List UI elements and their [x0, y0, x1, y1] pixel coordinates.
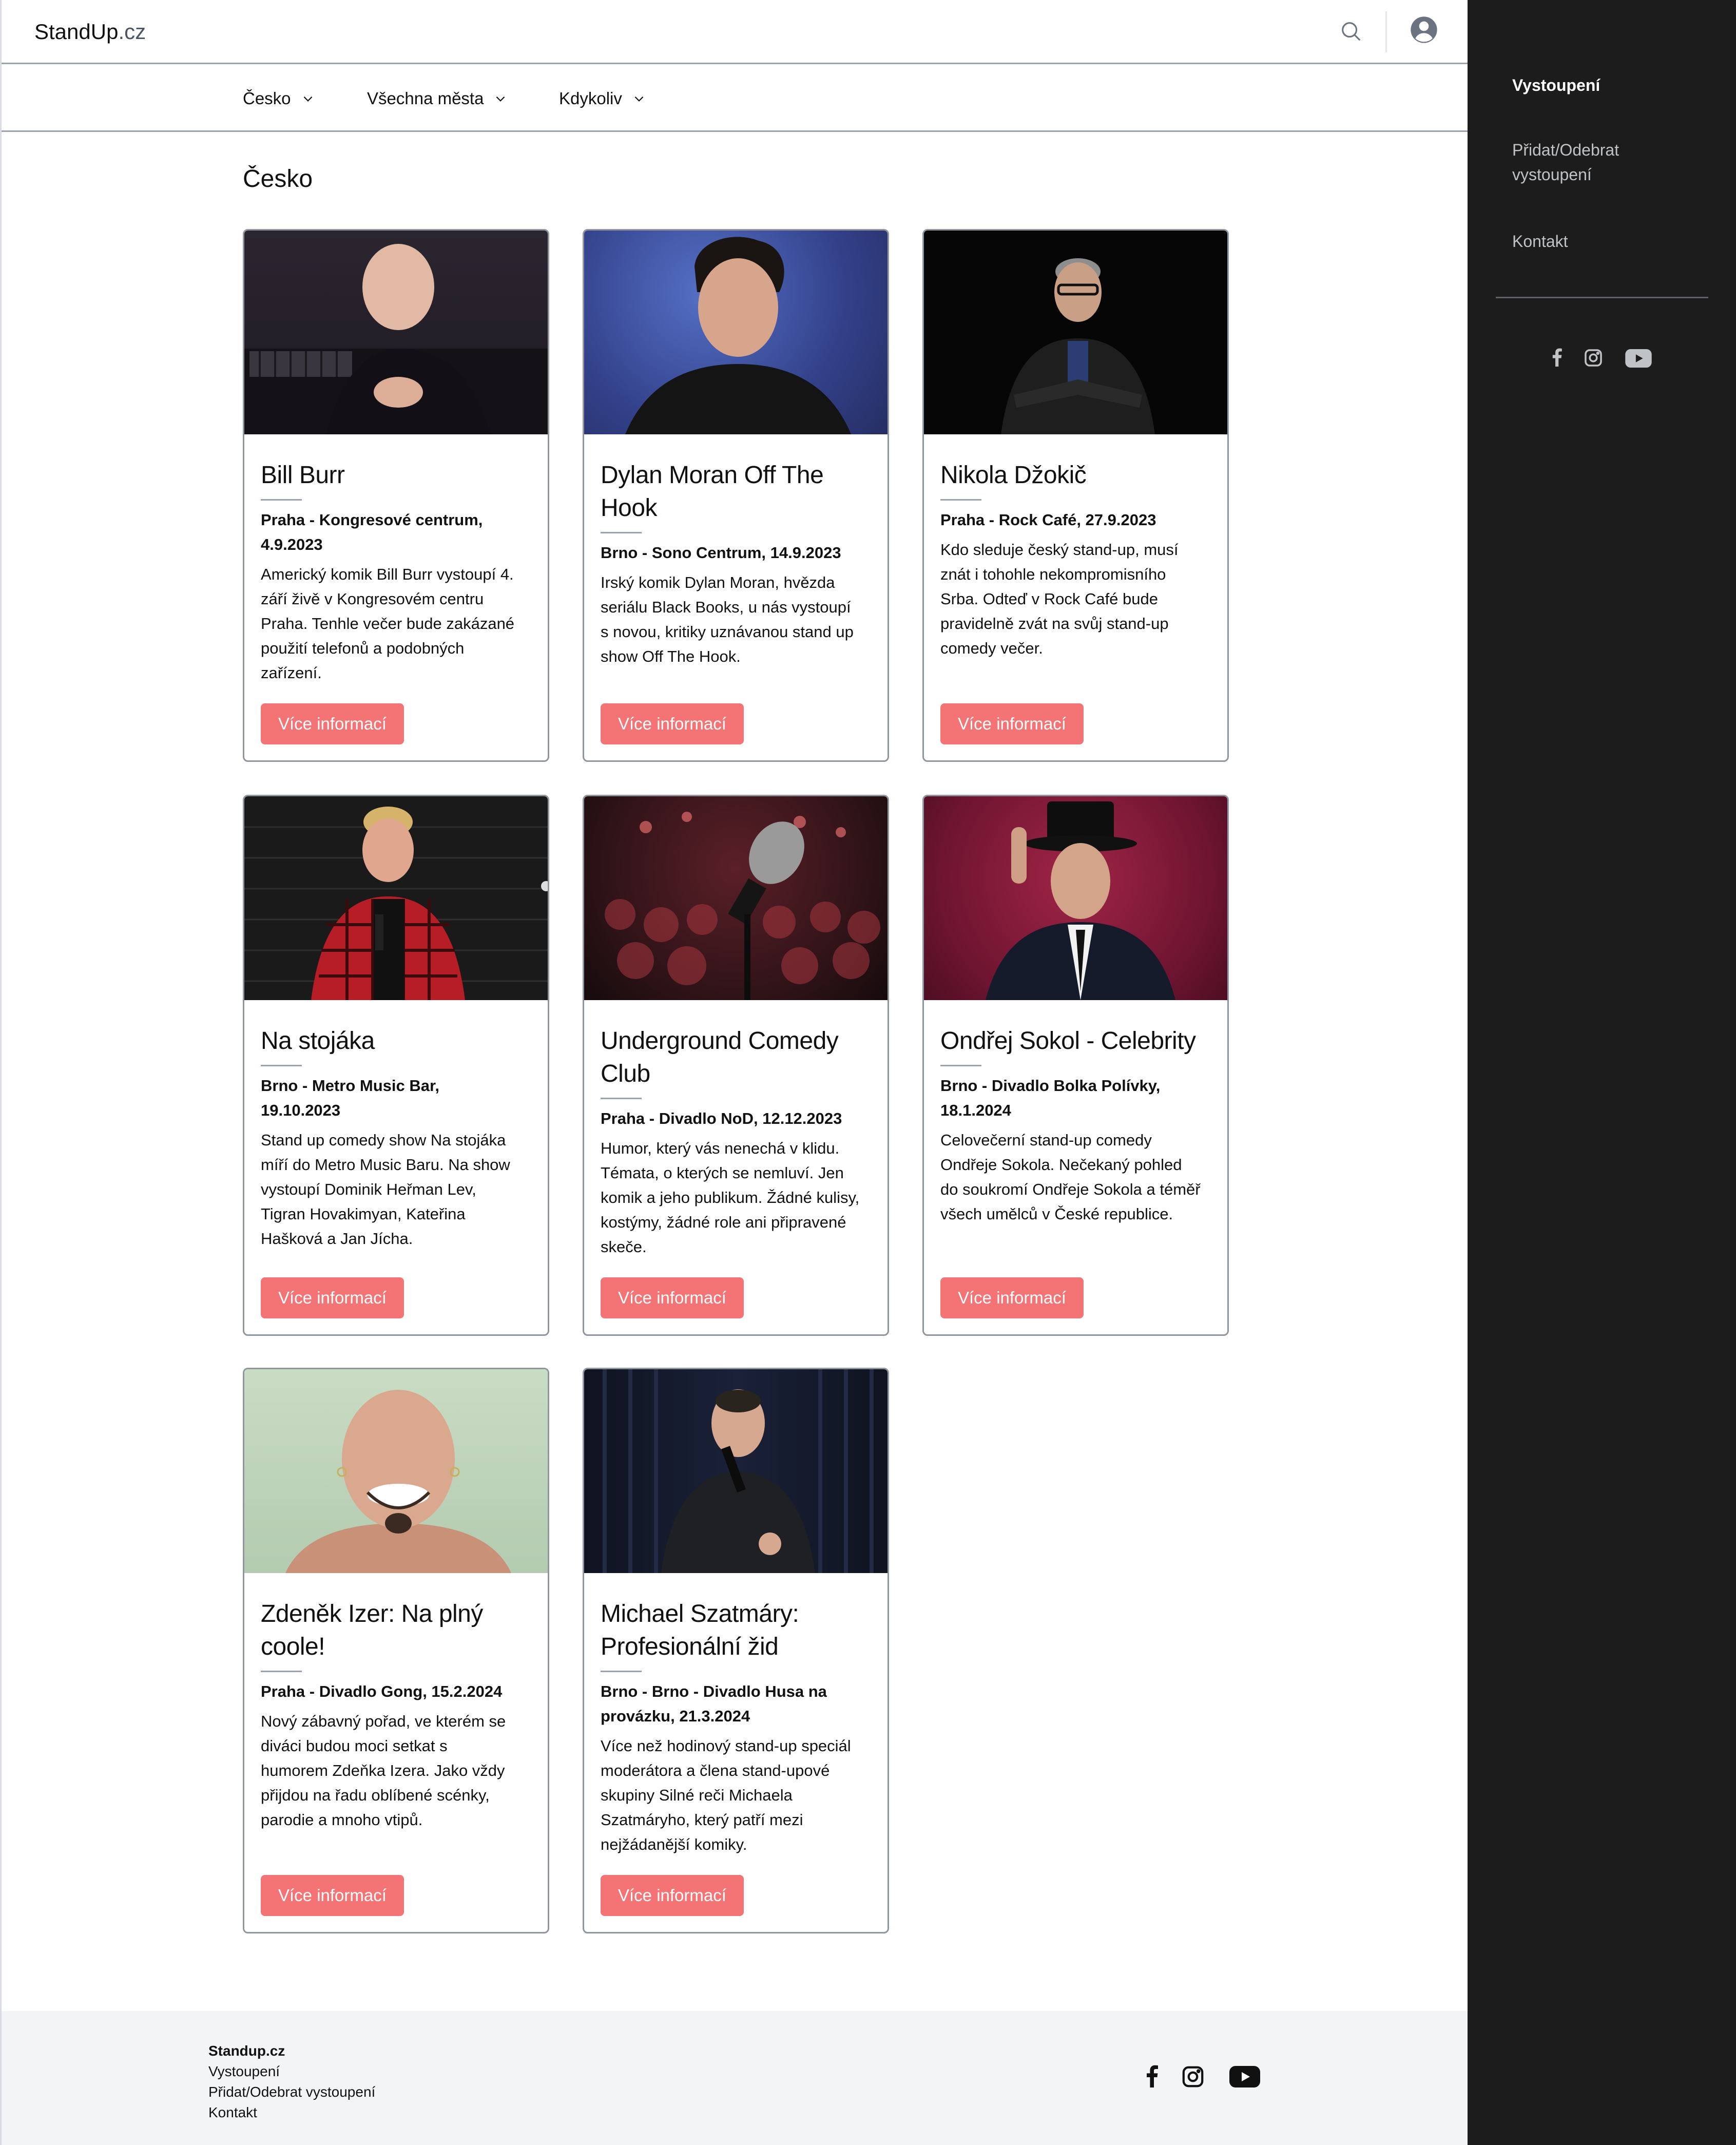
event-description: Americký komik Bill Burr vystoupí 4. září…	[261, 565, 515, 682]
event-venue-date: Brno - Brno - Divadlo Husa na provázku, 2…	[601, 1682, 827, 1725]
sidebar-divider	[1496, 297, 1708, 298]
header-divider	[1385, 11, 1387, 52]
title-underline	[261, 1671, 302, 1672]
instagram-icon[interactable]	[1181, 2065, 1205, 2089]
event-description: Irský komik Dylan Moran, hvězda seriálu B…	[601, 573, 854, 665]
event-title: Ondřej Sokol - Celebrity	[940, 1027, 1196, 1055]
sidebar: Vystoupení Přidat/Odebrat vystoupení Kont…	[1468, 0, 1736, 2145]
instagram-icon[interactable]	[1584, 348, 1603, 368]
more-info-button[interactable]: Více informací	[940, 1277, 1084, 1318]
filter-country-label: Česko	[243, 89, 291, 108]
more-info-button[interactable]: Více informací	[601, 1875, 744, 1916]
top-header: StandUp.cz	[2, 0, 1469, 64]
event-description: Humor, který vás nenechá v klidu. Témata,…	[601, 1139, 860, 1256]
page-title: Česko	[243, 165, 313, 193]
event-title: Dylan Moran Off The Hook	[601, 462, 824, 522]
filter-date-dropdown[interactable]: Kdykoliv	[559, 85, 646, 112]
footer-link-kontakt[interactable]: Kontakt	[208, 2102, 257, 2123]
youtube-icon[interactable]	[1625, 349, 1652, 368]
event-photo-bill-burr	[244, 231, 548, 434]
event-photo-michael-szatmary	[584, 1369, 888, 1573]
title-underline	[601, 1098, 642, 1099]
event-description: Nový zábavný pořad, ve kterém se diváci b…	[261, 1712, 506, 1829]
site-logo[interactable]: StandUp.cz	[34, 18, 146, 45]
youtube-icon[interactable]	[1229, 2066, 1260, 2087]
filter-country-dropdown[interactable]: Česko	[243, 85, 315, 112]
title-underline	[940, 1065, 981, 1066]
title-underline	[601, 532, 642, 533]
filter-bar: Česko Všechna města Kdykoliv	[2, 66, 1469, 132]
event-photo-microphone	[584, 796, 888, 1000]
filter-city-label: Všechna města	[367, 89, 484, 108]
event-description: Kdo sleduje český stand-up, musí znát i t…	[940, 541, 1179, 657]
logo-tld: .cz	[118, 20, 146, 44]
event-venue-date: Praha - Divadlo NoD, 12.12.2023	[601, 1109, 842, 1127]
user-avatar-icon[interactable]	[1410, 15, 1438, 44]
event-description: Více než hodinový stand-up speciál moderá…	[601, 1737, 851, 1853]
event-title: Na stojáka	[261, 1027, 375, 1055]
event-venue-date: Praha - Kongresové centrum, 4.9.2023	[261, 511, 483, 553]
more-info-button[interactable]: Více informací	[940, 703, 1084, 744]
main-area: StandUp.cz Česko Všechna města Kdykoliv …	[0, 0, 1469, 2145]
more-info-button[interactable]: Více informací	[261, 1277, 404, 1318]
title-underline	[261, 499, 302, 501]
more-info-button[interactable]: Více informací	[261, 1875, 404, 1916]
event-photo-na-stojaka	[244, 796, 548, 1000]
event-title: Underground Comedy Club	[601, 1027, 839, 1087]
event-venue-date: Brno - Divadlo Bolka Polívky, 18.1.2024	[940, 1077, 1161, 1119]
footer-link-pridat-odebrat[interactable]: Přidat/Odebrat vystoupení	[208, 2082, 375, 2102]
event-venue-date: Brno - Metro Music Bar, 19.10.2023	[261, 1077, 439, 1119]
chevron-down-icon	[496, 96, 505, 102]
sidebar-item-vystoupeni[interactable]: Vystoupení	[1512, 73, 1600, 98]
filter-city-dropdown[interactable]: Všechna města	[367, 85, 507, 112]
chevron-down-icon	[634, 96, 644, 102]
event-venue-date: Praha - Rock Café, 27.9.2023	[940, 511, 1156, 529]
event-photo-nikola-dzokic	[924, 231, 1227, 434]
event-photo-ondrej-sokol	[924, 796, 1227, 1000]
event-card: Dylan Moran Off The Hook Brno - Sono Cent…	[583, 229, 889, 762]
event-card: Michael Szatmáry: Profesionální žid Brno …	[583, 1368, 889, 1933]
event-title: Nikola Džokič	[940, 462, 1087, 489]
event-photo-zdenek-izer	[244, 1369, 548, 1573]
event-title: Zdeněk Izer: Na plný coole!	[261, 1600, 483, 1660]
event-venue-date: Brno - Sono Centrum, 14.9.2023	[601, 544, 841, 562]
chevron-down-icon	[303, 96, 312, 102]
title-underline	[601, 1671, 642, 1672]
event-card: Ondřej Sokol - Celebrity Brno - Divadlo …	[922, 795, 1229, 1336]
event-title: Bill Burr	[261, 462, 345, 489]
footer-brand[interactable]: Standup.cz	[208, 2041, 285, 2061]
event-card: Bill Burr Praha - Kongresové centrum, 4.9…	[243, 229, 549, 762]
footer-link-vystoupeni[interactable]: Vystoupení	[208, 2061, 280, 2082]
sidebar-item-pridat-odebrat[interactable]: Přidat/Odebrat vystoupení	[1512, 138, 1619, 187]
facebook-icon[interactable]	[1144, 2065, 1160, 2087]
event-description: Stand up comedy show Na stojáka míří do M…	[261, 1131, 510, 1248]
more-info-button[interactable]: Více informací	[601, 1277, 744, 1318]
title-underline	[940, 499, 981, 501]
event-venue-date: Praha - Divadlo Gong, 15.2.2024	[261, 1682, 503, 1700]
title-underline	[261, 1065, 302, 1066]
event-card: Underground Comedy Club Praha - Divadlo N…	[583, 795, 889, 1336]
more-info-button[interactable]: Více informací	[601, 703, 744, 744]
event-title: Michael Szatmáry: Profesionální žid	[601, 1600, 799, 1660]
more-info-button[interactable]: Více informací	[261, 703, 404, 744]
sidebar-item-kontakt[interactable]: Kontakt	[1512, 229, 1568, 254]
logo-main: StandUp	[34, 20, 119, 44]
event-card: Zdeněk Izer: Na plný coole! Praha - Divad…	[243, 1368, 549, 1933]
event-photo-dylan-moran	[584, 231, 888, 434]
filter-date-label: Kdykoliv	[559, 89, 622, 108]
event-description: Celovečerní stand-up comedy Ondřeje Sokol…	[940, 1131, 1201, 1223]
event-card: Nikola Džokič Praha - Rock Café, 27.9.20…	[922, 229, 1229, 762]
facebook-icon[interactable]	[1551, 348, 1563, 367]
search-icon[interactable]	[1339, 20, 1363, 43]
event-card: Na stojáka Brno - Metro Music Bar, 19.10.…	[243, 795, 549, 1336]
